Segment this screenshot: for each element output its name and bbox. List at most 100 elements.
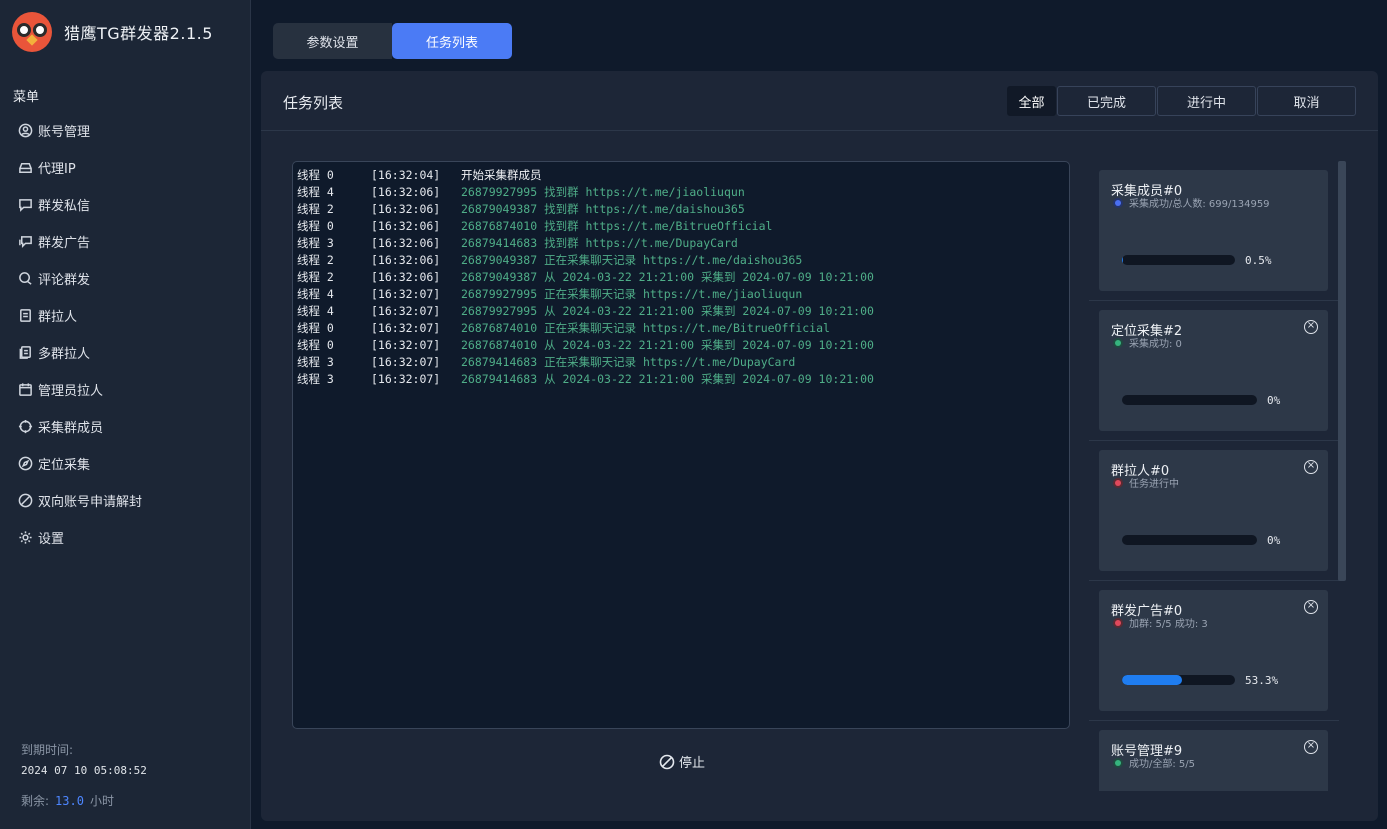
log-message: 26879049387 正在采集聊天记录 https://t.me/daisho… [461,253,803,267]
panel-header: 任务列表 全部 已完成 进行中 取消 [261,71,1378,131]
task-status-text: 成功/全部: 5/5 [1129,759,1196,770]
remain-value: 13.0 [55,794,84,808]
log-message: 26876874010 正在采集聊天记录 https://t.me/Bitrue… [461,321,830,335]
task-percent: 0.5% [1245,254,1272,267]
log-message: 26876874010 从 2024-03-22 21:21:00 采集到 20… [461,338,874,352]
log-thread: 线程 0 [297,219,334,233]
log-thread: 线程 2 [297,202,334,216]
log-thread: 线程 3 [297,372,334,386]
task-status: 成功/全部: 5/5 [1113,755,1195,770]
task-percent: 0% [1267,394,1281,407]
log-thread: 线程 4 [297,185,334,199]
expire-label: 到期时间: [21,743,74,757]
task-progress-bar [1122,675,1235,685]
task-card-wrapper: 账号管理#9 成功/全部: 5/5 × [1089,721,1339,791]
compass-icon [17,456,33,472]
log-line: 线程 3 [16:32:07] 26879414683 从 2024-03-22 2… [297,371,1065,388]
panel-title: 任务列表 [283,94,344,112]
close-task-icon[interactable]: × [1304,320,1318,334]
menu-heading: 菜单 [13,90,40,105]
log-line: 线程 3 [16:32:06] 26879414683 找到群 https://t.… [297,235,1065,252]
user-circle-icon [17,123,33,139]
sidebar-item-label: 群发广告 [38,236,91,251]
filter-all[interactable]: 全部 [1007,86,1056,116]
log-line: 线程 4 [16:32:07] 26879927995 正在采集聊天记录 https… [297,286,1065,303]
task-card-wrapper: 群拉人#0 任务进行中 × 0% [1089,441,1339,581]
log-time: [16:32:04] [371,168,441,182]
task-progress-bar [1122,535,1257,545]
log-message: 26879049387 从 2024-03-22 21:21:00 采集到 20… [461,270,874,284]
sidebar-item-unban[interactable]: 双向账号申请解封 [17,482,142,519]
log-message: 开始采集群成员 [461,168,542,182]
task-cards-scrollbar[interactable] [1338,161,1346,581]
task-status-text: 加群: 5/5 成功: 3 [1129,619,1208,630]
sidebar-item-comments[interactable]: 评论群发 [17,260,142,297]
log-message: 26879049387 找到群 https://t.me/daishou365 [461,202,745,216]
task-status-text: 任务进行中 [1129,479,1179,490]
task-cards[interactable]: 采集成员#0 采集成功/总人数: 699/134959 0.5% 定位采集#2 … [1089,161,1339,791]
task-card: 采集成员#0 采集成功/总人数: 699/134959 0.5% [1099,170,1328,291]
sidebar-item-ads[interactable]: 群发广告 [17,223,142,260]
sidebar-item-group-pull[interactable]: 群拉人 [17,297,142,334]
status-dot-icon [1113,617,1123,628]
log-time: [16:32:06] [371,236,441,250]
log-message: 26879927995 找到群 https://t.me/jiaoliuqun [461,185,745,199]
status-dot-icon [1113,197,1123,208]
log-time: [16:32:07] [371,321,441,335]
sidebar-item-settings[interactable]: 设置 [17,519,142,556]
tab-params[interactable]: 参数设置 [273,23,392,59]
sidebar-item-label: 双向账号申请解封 [38,495,143,510]
task-status: 采集成功: 0 [1113,335,1182,350]
task-card-wrapper: 采集成员#0 采集成功/总人数: 699/134959 0.5% [1089,161,1339,301]
sidebar-item-geo-collect[interactable]: 定位采集 [17,445,142,482]
task-card-wrapper: 定位采集#2 采集成功: 0 × 0% [1089,301,1339,441]
gear-icon [17,530,33,546]
sidebar-item-label: 群拉人 [38,310,78,325]
sidebar-item-label: 群发私信 [38,199,91,214]
task-progress-bar [1122,255,1235,265]
log-time: [16:32:07] [371,304,441,318]
log-line: 线程 3 [16:32:07] 26879414683 正在采集聊天记录 https… [297,354,1065,371]
top-tabs: 参数设置 任务列表 [273,23,512,59]
task-percent: 53.3% [1245,674,1279,687]
log-line: 线程 2 [16:32:06] 26879049387 找到群 https://t.… [297,201,1065,218]
sidebar-item-label: 采集群成员 [38,421,104,436]
sidebar-item-multi-group-pull[interactable]: 多群拉人 [17,334,142,371]
stop-button[interactable]: 停止 [659,752,705,771]
sidebar-item-dm[interactable]: 群发私信 [17,186,142,223]
sidebar-item-proxy[interactable]: 代理IP [17,149,142,186]
log-console[interactable]: 线程 0 [16:32:04] 开始采集群成员线程 4 [16:32:06] 26879… [292,161,1070,729]
log-line: 线程 4 [16:32:06] 26879927995 找到群 https://t.… [297,184,1065,201]
app-title: 猎鹰TG群发器2.1.5 [64,24,213,43]
sidebar-item-label: 评论群发 [38,273,91,288]
log-time: [16:32:06] [371,219,441,233]
task-panel: 任务列表 全部 已完成 进行中 取消 线程 0 [16:32:04] 开始采集群成员… [261,71,1378,821]
document-icon [17,308,33,324]
sidebar-item-admin-pull[interactable]: 管理员拉人 [17,371,142,408]
log-message: 26876874010 找到群 https://t.me/BitrueOffic… [461,219,773,233]
log-thread: 线程 3 [297,355,334,369]
log-thread: 线程 0 [297,168,334,182]
task-card: 账号管理#9 成功/全部: 5/5 × [1099,730,1328,791]
sidebar-item-collect-members[interactable]: 采集群成员 [17,408,142,445]
log-time: [16:32:06] [371,185,441,199]
sidebar-item-accounts[interactable]: 账号管理 [17,112,142,149]
remaining-time: 剩余: 13.0 小时 [21,792,114,809]
filter-in-progress[interactable]: 进行中 [1157,86,1256,116]
close-task-icon[interactable]: × [1304,460,1318,474]
close-task-icon[interactable]: × [1304,740,1318,754]
filter-cancelled[interactable]: 取消 [1257,86,1356,116]
log-thread: 线程 3 [297,236,334,250]
task-status-text: 采集成功: 0 [1129,339,1182,350]
sidebar-item-label: 多群拉人 [38,347,91,362]
documents-icon [17,345,33,361]
tab-task-list[interactable]: 任务列表 [392,23,512,59]
comment-icon [17,271,33,287]
log-thread: 线程 4 [297,304,334,318]
close-task-icon[interactable]: × [1304,600,1318,614]
task-status: 采集成功/总人数: 699/134959 [1113,195,1270,210]
log-time: [16:32:07] [371,287,441,301]
chat-icon [17,234,33,250]
filter-completed[interactable]: 已完成 [1057,86,1156,116]
log-time: [16:32:07] [371,355,441,369]
